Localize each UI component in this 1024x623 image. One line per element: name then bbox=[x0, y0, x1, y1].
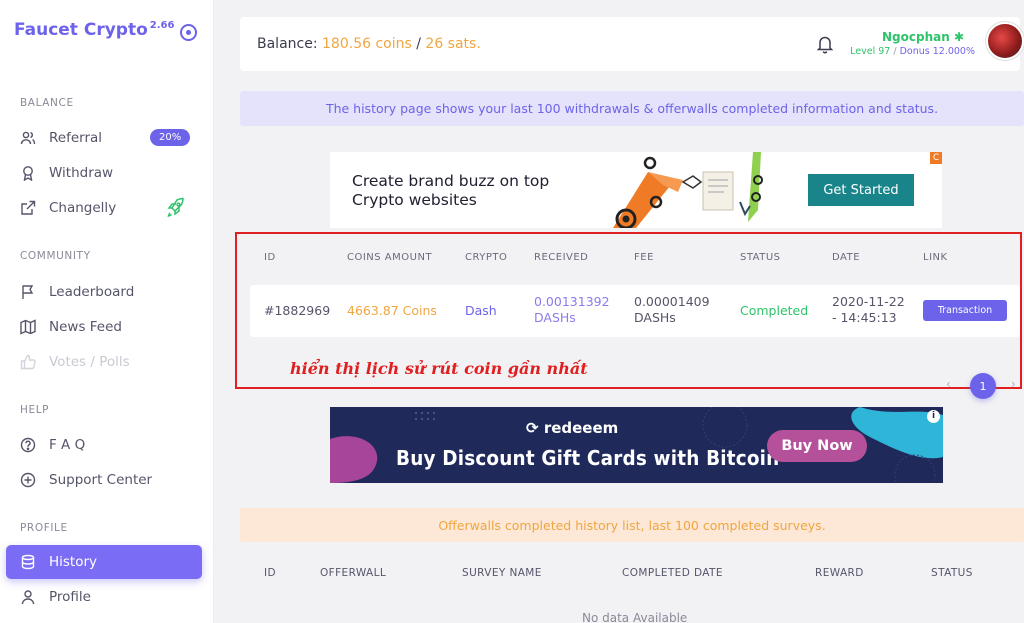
user-icon bbox=[20, 589, 36, 605]
sidebar-item-changelly[interactable]: Changelly bbox=[6, 191, 202, 225]
thumbs-up-icon bbox=[20, 354, 36, 370]
history-notice: The history page shows your last 100 wit… bbox=[240, 91, 1024, 126]
sidebar-item-label: F A Q bbox=[49, 437, 86, 453]
balance-coins: 180.56 coins bbox=[322, 36, 412, 52]
pagination-prev[interactable]: ‹ bbox=[946, 377, 951, 391]
sidebar-item-leaderboard[interactable]: Leaderboard bbox=[6, 275, 202, 309]
redeeem-logo-icon: ⟳ bbox=[526, 419, 539, 437]
bell-icon[interactable] bbox=[816, 34, 834, 58]
column-header-status: STATUS bbox=[931, 567, 973, 579]
flag-icon bbox=[20, 284, 36, 300]
referral-badge: 20% bbox=[150, 129, 191, 146]
sidebar-item-news-feed[interactable]: News Feed bbox=[6, 310, 202, 344]
column-header-completed-date: COMPLETED DATE bbox=[622, 567, 723, 579]
gear-icon: ✱ bbox=[953, 30, 964, 44]
balance-label: Balance: bbox=[257, 36, 318, 52]
app-logo[interactable]: Faucet Crypto 2.66 bbox=[14, 20, 174, 40]
ad-banner-top[interactable]: Create brand buzz on top Crypto websites… bbox=[330, 152, 942, 228]
balance-separator: / bbox=[416, 36, 421, 52]
question-circle-icon bbox=[20, 437, 36, 453]
map-icon bbox=[20, 319, 36, 335]
column-header-id: ID bbox=[264, 567, 276, 579]
avatar[interactable] bbox=[986, 22, 1024, 60]
sidebar: Faucet Crypto 2.66 BALANCE Referral 20% W… bbox=[0, 0, 214, 623]
username[interactable]: Ngocphan ✱ bbox=[882, 30, 964, 44]
sidebar-item-label: Changelly bbox=[49, 200, 117, 216]
info-icon[interactable]: i bbox=[927, 410, 940, 423]
sidebar-item-votes-polls: Votes / Polls bbox=[6, 345, 202, 379]
ad-text: Create brand buzz on top Crypto websites bbox=[352, 172, 550, 209]
ad-headline: Buy Discount Gift Cards with Bitcoin bbox=[396, 446, 780, 470]
app-version: 2.66 bbox=[149, 20, 175, 32]
sidebar-item-faq[interactable]: F A Q bbox=[6, 428, 202, 462]
ad-brand: ⟳ redeeem bbox=[526, 419, 619, 437]
balance-sats: 26 sats. bbox=[425, 36, 481, 52]
sidebar-item-withdraw[interactable]: Withdraw bbox=[6, 156, 202, 190]
rocket-icon bbox=[164, 197, 186, 223]
section-title-community: COMMUNITY bbox=[20, 250, 91, 262]
sidebar-item-support-center[interactable]: Support Center bbox=[6, 463, 202, 497]
sidebar-item-label: Leaderboard bbox=[49, 284, 135, 300]
sidebar-item-label: Support Center bbox=[49, 472, 153, 488]
users-icon bbox=[20, 130, 36, 146]
sidebar-item-label: Withdraw bbox=[49, 165, 114, 181]
award-icon bbox=[20, 165, 36, 181]
sidebar-item-label: History bbox=[49, 554, 98, 570]
user-meta-separator: / bbox=[893, 46, 897, 57]
section-title-help: HELP bbox=[20, 404, 50, 416]
sidebar-item-profile[interactable]: Profile bbox=[6, 580, 202, 614]
database-icon bbox=[20, 554, 36, 570]
section-title-profile: PROFILE bbox=[20, 522, 68, 534]
column-header-offerwall: OFFERWALL bbox=[320, 567, 387, 579]
external-link-icon bbox=[20, 200, 36, 216]
user-bonus: Donus 12.000% bbox=[899, 46, 975, 57]
sidebar-item-history[interactable]: History bbox=[6, 545, 202, 579]
adchoices-icon[interactable]: C bbox=[930, 152, 942, 164]
pagination-next[interactable]: › bbox=[1011, 377, 1016, 391]
sidebar-item-label: Votes / Polls bbox=[49, 354, 130, 370]
balance-display: Balance: 180.56 coins / 26 sats. bbox=[257, 36, 481, 52]
buy-now-button[interactable]: Buy Now bbox=[767, 430, 867, 462]
user-level: Level 97 bbox=[850, 46, 891, 57]
column-header-reward: REWARD bbox=[815, 567, 864, 579]
target-icon[interactable] bbox=[180, 24, 197, 41]
pagination-page-1[interactable]: 1 bbox=[970, 373, 996, 399]
annotation-text: hiển thị lịch sử rút coin gần nhất bbox=[290, 359, 588, 378]
column-header-survey-name: SURVEY NAME bbox=[462, 567, 542, 579]
section-title-balance: BALANCE bbox=[20, 97, 74, 109]
plus-circle-icon bbox=[20, 472, 36, 488]
sidebar-item-label: Referral bbox=[49, 130, 103, 146]
sidebar-item-referral[interactable]: Referral 20% bbox=[6, 121, 202, 155]
empty-state: No data Available bbox=[582, 611, 688, 623]
ad-banner-bottom[interactable]: ⟳ redeeem Buy Discount Gift Cards with B… bbox=[330, 407, 943, 483]
get-started-button[interactable]: Get Started bbox=[808, 174, 914, 206]
sidebar-item-label: News Feed bbox=[49, 319, 122, 335]
sidebar-item-label: Profile bbox=[49, 589, 91, 605]
top-header: Balance: 180.56 coins / 26 sats. Ngocpha… bbox=[240, 17, 1024, 71]
robot-arm-illustration bbox=[613, 152, 763, 228]
offerwall-notice: Offerwalls completed history list, last … bbox=[240, 508, 1024, 542]
user-meta: Level 97 / Donus 12.000% bbox=[850, 46, 975, 57]
